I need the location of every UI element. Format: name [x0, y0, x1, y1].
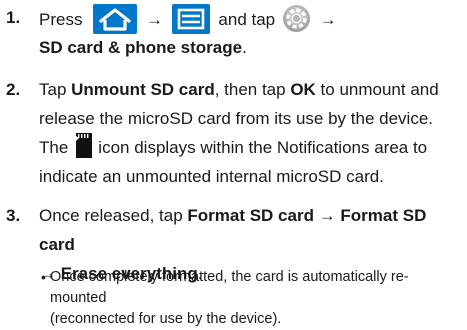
step-2: 2. Tap Unmount SD card, then tap OK to u… [0, 75, 467, 195]
step-text: indicate an unmounted internal microSD c… [39, 167, 384, 187]
step-body: Tap Unmount SD card, then tap OK to unmo… [39, 75, 463, 191]
step-text: release the microSD card from its use by… [39, 109, 433, 128]
step-1: 1. Press → and tap → SD card & phone sto… [0, 3, 467, 65]
step-3: 3. Once released, tap Format SD card → F… [0, 201, 467, 283]
arrow: → [319, 10, 337, 29]
step-text: Press [39, 10, 83, 29]
home-icon [93, 3, 138, 34]
sd-card-icon [73, 132, 95, 159]
unmount-label: Unmount SD card [71, 80, 215, 99]
step-body: Press → and tap → SD card & phone storag… [39, 3, 463, 61]
step-number: 2. [6, 80, 21, 99]
bullet-text: Once completely formatted, the card is a… [50, 269, 409, 327]
arrow: → [145, 10, 163, 29]
menu-path: SD card & phone storage [39, 38, 243, 57]
step-number: 3. [6, 206, 21, 225]
settings-gear-icon [282, 4, 311, 33]
step-text: and tap [218, 10, 276, 29]
bullet: • [41, 269, 46, 285]
step-number: 1. [6, 8, 21, 27]
ok-label: OK [290, 80, 316, 99]
menu-icon [171, 3, 210, 34]
